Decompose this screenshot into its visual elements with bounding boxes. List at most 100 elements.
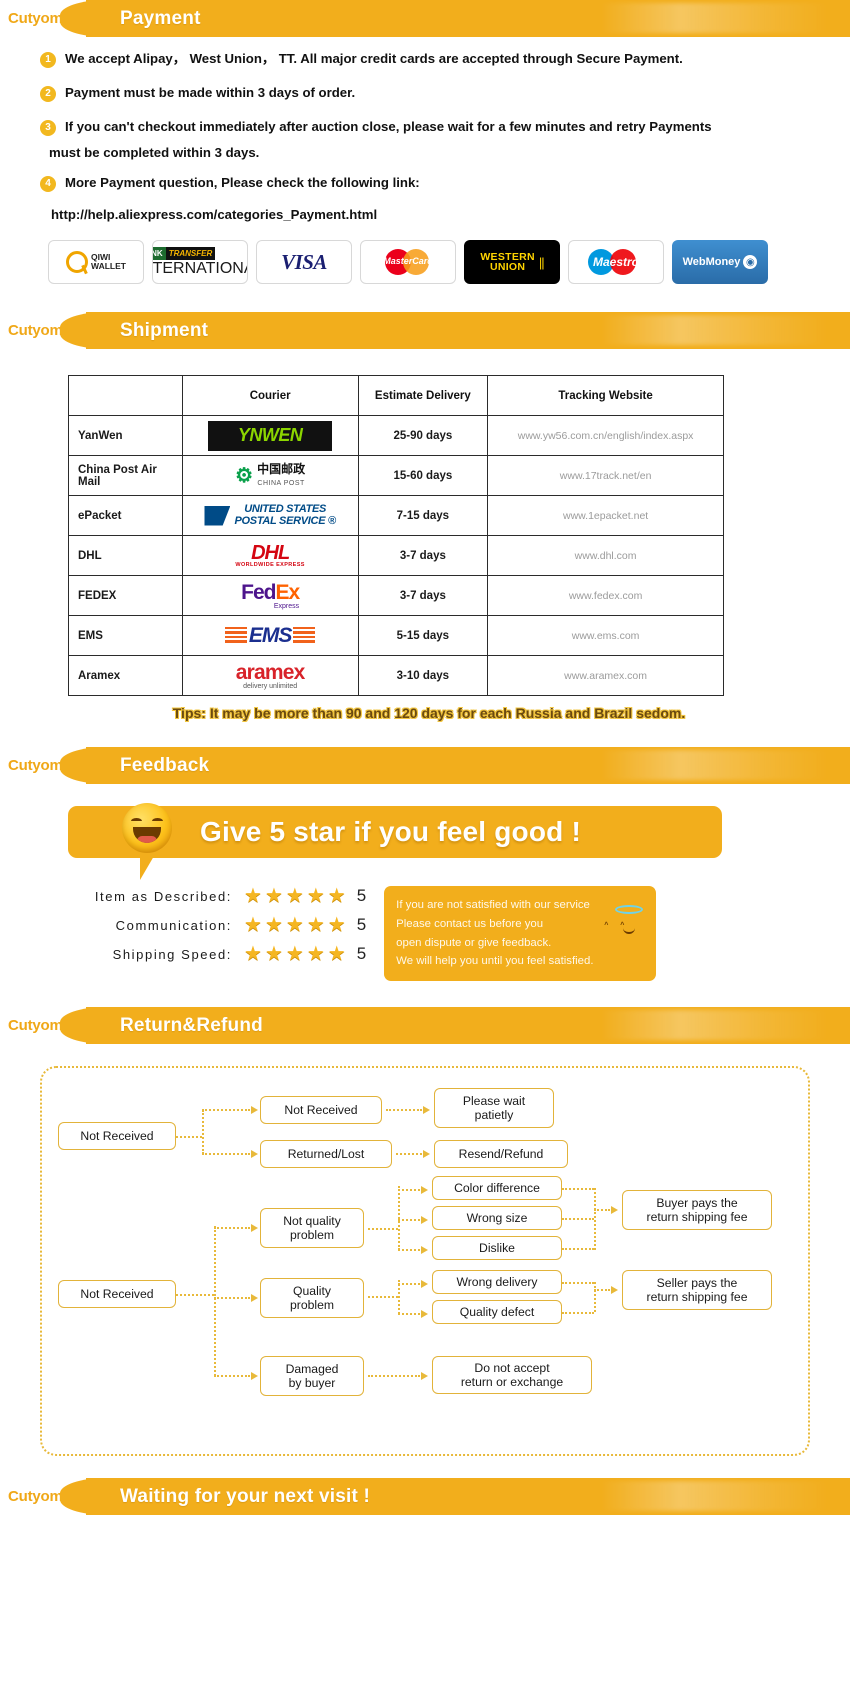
table-row: YanWen YNWEN 25-90 days www.yw56.com.cn/… xyxy=(68,415,724,456)
th-blank xyxy=(68,375,183,416)
courier-name: China Post Air Mail xyxy=(68,455,183,496)
flow-connector xyxy=(368,1296,398,1299)
flow-arrow xyxy=(594,1286,618,1295)
rating-row: Shipping Speed: ★ ★ ★ ★ ★ 5 xyxy=(66,944,367,964)
banner-sheen xyxy=(600,3,830,33)
estimate-delivery: 15-60 days xyxy=(357,455,489,496)
flow-connector xyxy=(562,1248,594,1251)
flow-arrow xyxy=(396,1150,430,1159)
courier-name: Aramex xyxy=(68,655,183,696)
star-icon[interactable]: ★ xyxy=(307,915,325,935)
payment-item: 1 We accept Alipay， West Union， TT. All … xyxy=(40,51,830,68)
bullet-number-icon: 3 xyxy=(40,120,56,136)
feedback-body: Give 5 star if you feel good ! Item as D… xyxy=(0,784,850,982)
bank-transfer-intl: INTERNATIONAL xyxy=(152,259,247,277)
flow-node-please-wait-patietly: Please wait patietly xyxy=(434,1088,554,1129)
mastercard-logo: MasterCard xyxy=(360,240,456,284)
star-icon[interactable]: ★ xyxy=(265,944,283,964)
flow-node-returned-lost: Returned/Lost xyxy=(260,1140,392,1169)
aramex-wordmark: aramex xyxy=(235,660,306,684)
flow-connector xyxy=(562,1188,594,1191)
flow-node-color-difference: Color difference xyxy=(432,1176,562,1201)
star-rating[interactable]: ★ ★ ★ ★ ★ xyxy=(244,886,346,906)
flow-arrow xyxy=(398,1216,428,1225)
flow-arrow xyxy=(398,1310,428,1319)
estimate-delivery: 7-15 days xyxy=(357,495,489,536)
section-title-payment: Payment xyxy=(120,7,201,29)
give-5-star-bubble: Give 5 star if you feel good ! xyxy=(68,803,722,880)
payment-item-text: If you can't checkout immediately after … xyxy=(65,119,712,134)
western-union-logo: WESTERN UNION || xyxy=(464,240,560,284)
flow-node-buyer-pays-return-shipping-fee: Buyer pays the return shipping fee xyxy=(622,1190,772,1231)
angel-smiley-icon: ^ ^ xyxy=(604,905,646,944)
china-post-mark-icon: ⚙ xyxy=(235,465,254,487)
flow-connector xyxy=(202,1110,204,1155)
star-icon[interactable]: ★ xyxy=(244,944,262,964)
payment-item: 3 If you can't checkout immediately afte… xyxy=(40,119,830,136)
flow-connector xyxy=(176,1136,202,1139)
star-icon[interactable]: ★ xyxy=(265,915,283,935)
payment-item-text: More Payment question, Please check the … xyxy=(65,175,420,190)
section-banner-payment: Cutyome Payment xyxy=(0,0,850,37)
mastercard-wordmark: MasterCard xyxy=(383,256,433,266)
star-icon[interactable]: ★ xyxy=(328,915,346,935)
usps-logo: UNITED STATES POSTAL SERVICE ® xyxy=(181,495,359,536)
star-rating[interactable]: ★ ★ ★ ★ ★ xyxy=(244,944,346,964)
tracking-website[interactable]: www.yw56.com.cn/english/index.aspx xyxy=(487,415,724,456)
note-line: We will help you until you feel satisfie… xyxy=(396,955,594,968)
flow-arrow xyxy=(398,1246,428,1255)
payment-help-link[interactable]: http://help.aliexpress.com/categories_Pa… xyxy=(40,207,830,222)
banner-bar-return-refund: Return&Refund xyxy=(60,1007,850,1045)
payment-item: 2 Payment must be made within 3 days of … xyxy=(40,85,830,102)
flow-arrow xyxy=(594,1206,618,1215)
flow-arrow xyxy=(214,1372,258,1381)
webmoney-globe-icon: ◉ xyxy=(743,255,758,269)
table-row: DHL DHL WORLDWIDE EXPRESS 3-7 days www.d… xyxy=(68,535,724,576)
qiwi-line2: WALLET xyxy=(91,261,126,271)
dhl-wordmark: DHL xyxy=(251,541,290,564)
flow-node-do-not-accept-return-or-exchange: Do not accept return or exchange xyxy=(432,1356,592,1395)
tracking-website[interactable]: www.17track.net/en xyxy=(487,455,724,496)
star-icon[interactable]: ★ xyxy=(286,944,304,964)
tracking-website[interactable]: www.ems.com xyxy=(487,615,724,656)
tracking-website[interactable]: www.fedex.com xyxy=(487,575,724,616)
shipment-table: Courier Estimate Delivery Tracking Websi… xyxy=(68,375,724,696)
star-icon[interactable]: ★ xyxy=(307,944,325,964)
rating-row: Communication: ★ ★ ★ ★ ★ 5 xyxy=(66,915,366,935)
payment-item-text: We accept Alipay， West Union， TT. All ma… xyxy=(65,51,683,66)
banner-sheen xyxy=(600,315,830,345)
ems-bars-icon xyxy=(224,626,247,645)
star-icon[interactable]: ★ xyxy=(244,886,262,906)
footer-title: Waiting for your next visit ! xyxy=(120,1485,370,1507)
usps-line1: UNITED STATES xyxy=(244,502,327,515)
banner-bar-footer: Waiting for your next visit ! xyxy=(60,1478,850,1516)
qiwi-q-icon xyxy=(66,251,89,273)
section-title-return-refund: Return&Refund xyxy=(120,1014,263,1036)
star-icon[interactable]: ★ xyxy=(328,944,346,964)
flow-connector xyxy=(562,1282,594,1285)
tracking-website[interactable]: www.dhl.com xyxy=(487,535,724,576)
star-icon[interactable]: ★ xyxy=(307,886,325,906)
bank-transfer-bank: BANK xyxy=(153,246,166,260)
star-icon[interactable]: ★ xyxy=(265,886,283,906)
western-union-bars-icon: || xyxy=(538,254,545,270)
star-icon[interactable]: ★ xyxy=(244,915,262,935)
section-banner-footer: Cutyome Waiting for your next visit ! xyxy=(0,1478,850,1516)
qiwi-wallet-logo: QIWI WALLET xyxy=(48,240,144,284)
western-union-line2: UNION xyxy=(489,261,526,273)
tracking-website[interactable]: www.aramex.com xyxy=(487,655,724,696)
aramex-tagline: delivery unlimited xyxy=(243,682,298,690)
star-icon[interactable]: ★ xyxy=(328,886,346,906)
tracking-website[interactable]: www.1epacket.net xyxy=(487,495,724,536)
courier-name: FEDEX xyxy=(68,575,183,616)
flow-node-resend-refund: Resend/Refund xyxy=(434,1140,568,1169)
visa-wordmark: VISA xyxy=(281,249,327,274)
rating-row: Item as Described: ★ ★ ★ ★ ★ 5 xyxy=(66,886,366,906)
star-rating[interactable]: ★ ★ ★ ★ ★ xyxy=(244,915,346,935)
banner-sheen xyxy=(600,750,830,780)
flow-arrow xyxy=(214,1224,258,1233)
star-icon[interactable]: ★ xyxy=(286,915,304,935)
shipment-tips: Tips: It may be more than 90 and 120 day… xyxy=(172,705,686,721)
star-icon[interactable]: ★ xyxy=(286,886,304,906)
section-title-feedback: Feedback xyxy=(120,754,210,776)
